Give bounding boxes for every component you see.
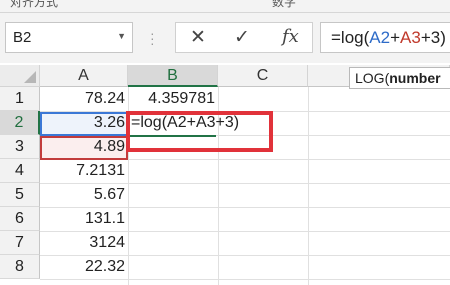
ribbon-strip: 对齐方式 数字 [0,0,450,13]
row-header-3[interactable]: 3 [0,135,40,159]
cell-a3[interactable]: 4.89 [40,135,128,159]
row-header-4[interactable]: 4 [0,159,40,183]
function-tooltip: LOG(number [349,67,450,89]
insert-function-icon[interactable]: fx [282,26,299,47]
cell-a4[interactable]: 7.2131 [40,159,128,183]
gridline [40,279,450,280]
chevron-down-icon[interactable]: ▼ [117,31,126,41]
ribbon-group-label-number: 数字 [272,0,297,9]
cell-a2[interactable]: 3.26 [40,111,128,135]
row-header-8[interactable]: 8 [0,255,40,279]
cell-a8[interactable]: 22.32 [40,255,128,279]
select-all-button[interactable] [0,65,40,87]
row-header-6[interactable]: 6 [0,207,40,231]
cancel-icon[interactable]: ✕ [190,26,206,49]
name-box-value: B2 [13,29,32,46]
column-header-b[interactable]: B [128,65,218,87]
cell-a6[interactable]: 131.1 [40,207,128,231]
column-header-a[interactable]: A [40,65,128,87]
row-header-7[interactable]: 7 [0,231,40,255]
row-header-5[interactable]: 5 [0,183,40,207]
column-header-c[interactable]: C [218,65,308,87]
drag-handle-icon[interactable]: · · · [150,26,155,50]
enter-icon[interactable]: ✓ [234,26,250,49]
annotation-highlight-box [126,111,273,152]
cell-a7[interactable]: 3124 [40,231,128,255]
name-box[interactable]: B2 ▼ [5,22,133,53]
ribbon-group-label-alignment: 对齐方式 [10,0,59,9]
formula-input[interactable]: =log(A2+A3+3) [320,22,450,53]
cell-b1[interactable]: 4.359781 [128,87,218,111]
row-header-1[interactable]: 1 [0,87,40,111]
row-header-2[interactable]: 2 [0,111,40,135]
select-all-triangle-icon [24,71,36,83]
cell-a5[interactable]: 5.67 [40,183,128,207]
formula-text: =log(A2+A3+3) [331,28,446,47]
cell-a1[interactable]: 78.24 [40,87,128,111]
formula-buttons: ✕ ✓ fx [175,22,313,53]
formula-bar-area: B2 ▼ · · · ✕ ✓ fx =log(A2+A3+3) [0,13,450,63]
